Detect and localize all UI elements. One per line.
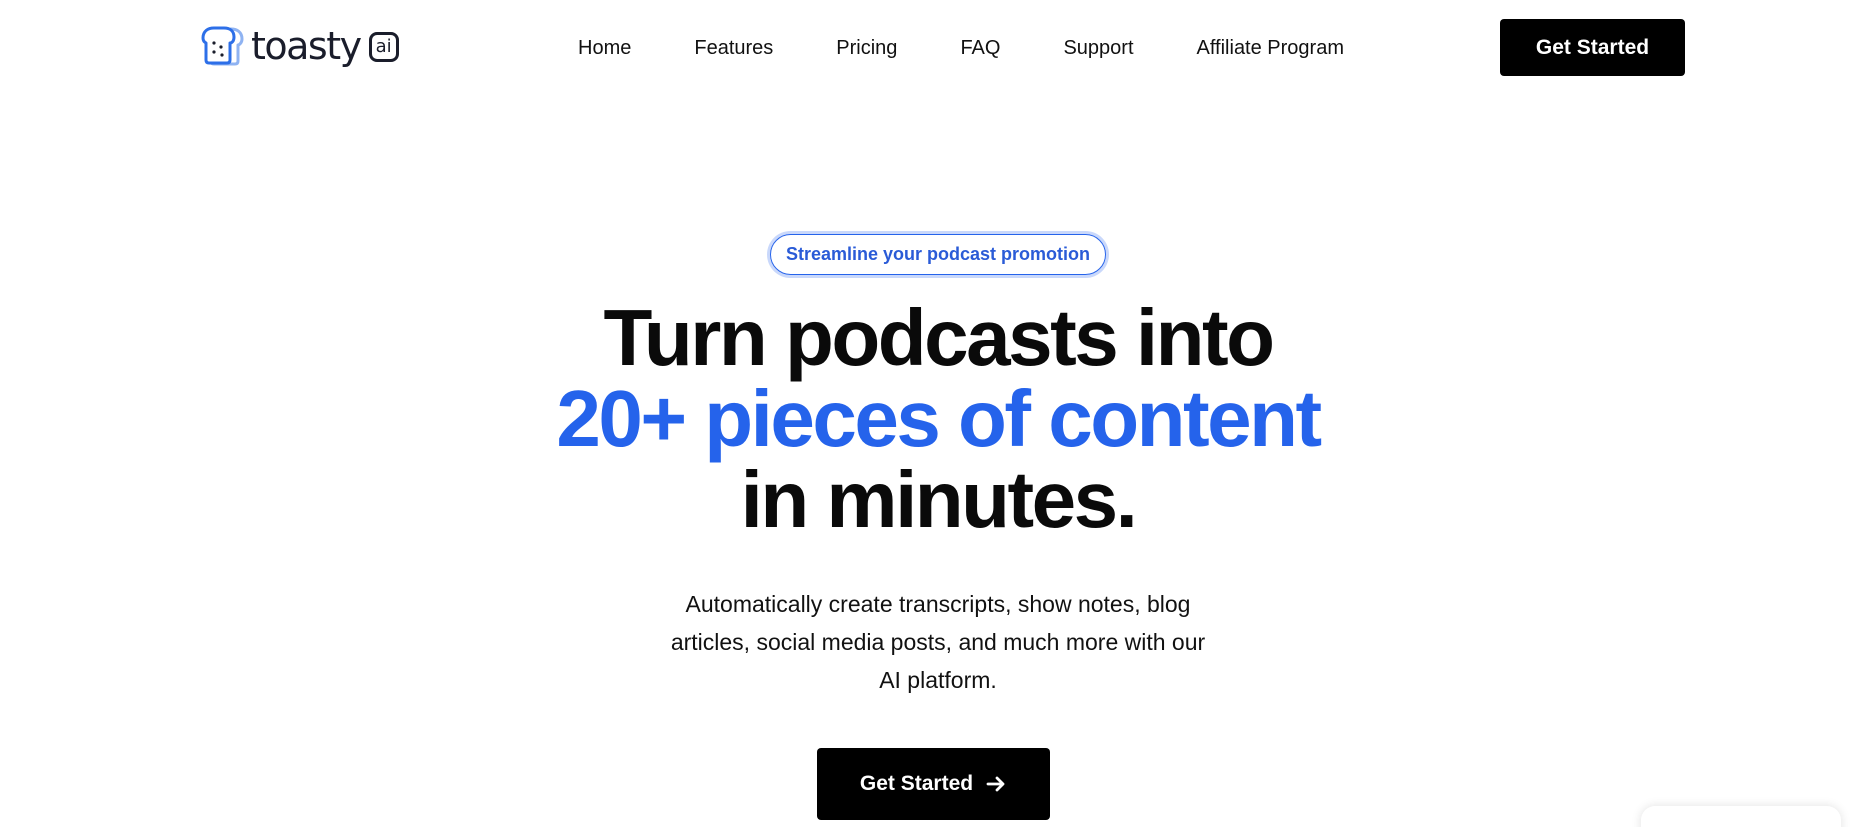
- headline-line-1: Turn podcasts into: [603, 293, 1275, 382]
- nav-features[interactable]: Features: [694, 36, 773, 60]
- hero-description: Automatically create transcripts, show n…: [0, 585, 1862, 699]
- hero-cta-label: Get Started: [859, 772, 974, 795]
- hero-headline: Turn podcasts into 20+ pieces of content…: [0, 297, 1862, 540]
- headline-line-2-accent: 20+ pieces of content: [556, 374, 1322, 463]
- chat-widget[interactable]: [1641, 806, 1841, 827]
- hero-tagline-badge: Streamline your podcast promotion: [770, 234, 1106, 275]
- headline-line-3: in minutes.: [740, 455, 1138, 544]
- header-get-started-button[interactable]: Get Started: [1500, 19, 1685, 76]
- description-line-2: articles, social media posts, and much m…: [670, 629, 1206, 655]
- nav-faq[interactable]: FAQ: [960, 36, 1000, 60]
- nav-affiliate-program[interactable]: Affiliate Program: [1197, 36, 1344, 60]
- arrow-right-icon: [986, 776, 1005, 792]
- logo-wordmark: toasty: [251, 24, 362, 68]
- hero-get-started-button[interactable]: Get Started: [817, 748, 1050, 820]
- description-line-1: Automatically create transcripts, show n…: [685, 591, 1191, 617]
- logo[interactable]: toasty ai: [201, 24, 399, 68]
- logo-ai-badge: ai: [368, 32, 399, 62]
- toast-bread-icon: [201, 26, 244, 66]
- nav-home[interactable]: Home: [578, 36, 631, 60]
- landing-page: toasty ai Home Features Pricing FAQ Supp…: [0, 0, 1862, 827]
- description-line-3: AI platform.: [879, 667, 997, 693]
- nav-support[interactable]: Support: [1063, 36, 1133, 60]
- nav-pricing[interactable]: Pricing: [836, 36, 897, 60]
- main-nav: Home Features Pricing FAQ Support Affili…: [578, 36, 1344, 60]
